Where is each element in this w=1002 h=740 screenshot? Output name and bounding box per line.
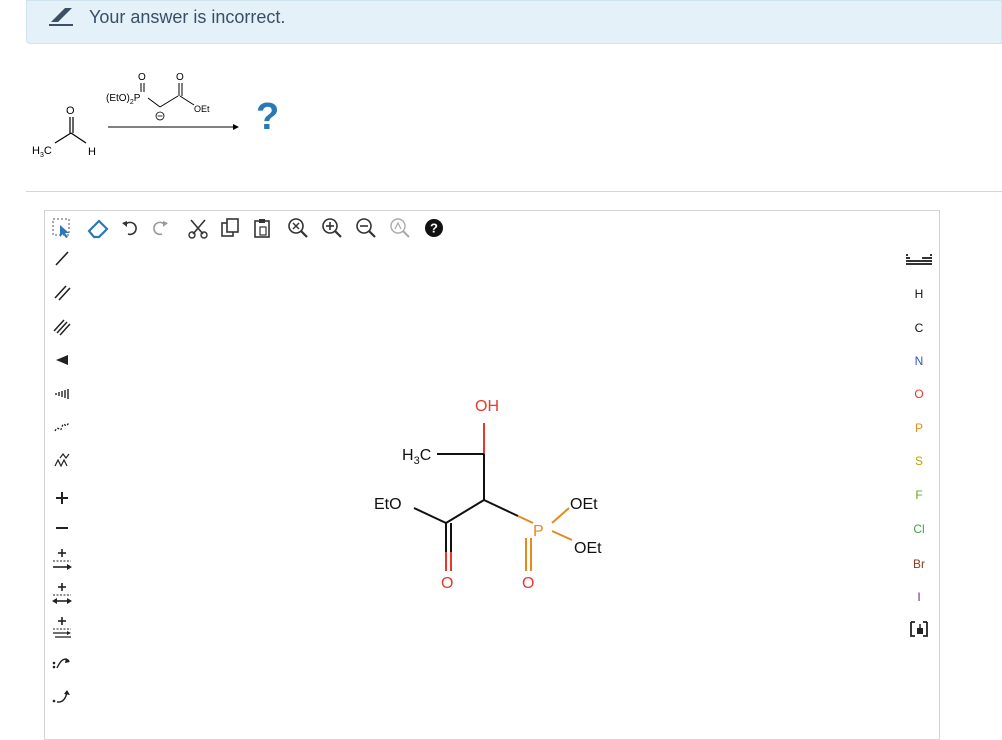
atom-oet-lower: OEt [574,540,602,557]
reagent-phosphonate: (EtO)2P [106,93,141,106]
atom-o-phosphoryl: O [522,575,534,592]
chain-icon[interactable] [50,448,74,472]
minus-charge-icon[interactable] [50,516,74,540]
triple-bond-icon[interactable] [50,314,74,338]
element-h[interactable]: H [898,287,940,301]
divider [26,191,1002,192]
zoom-out-icon[interactable] [354,216,378,240]
reactant-o: O [66,105,75,117]
zoom-in-icon[interactable] [320,216,344,240]
clean-icon[interactable] [388,216,412,240]
element-i[interactable]: I [898,590,940,604]
reactant-methyl: H3C [32,145,52,159]
reagent-o2: O [176,72,184,83]
left-toolbar [44,210,80,732]
reagent-ester: OEt [194,104,210,114]
product-question-mark: ? [256,96,280,138]
plus-charge-icon[interactable] [50,486,74,510]
atom-oet-upper: OEt [570,496,598,513]
zoom-fit-icon[interactable] [286,216,310,240]
element-cl[interactable]: Cl [898,522,940,536]
feedback-message: Your answer is incorrect. [89,7,286,27]
equilibrium-arrow-icon[interactable] [50,582,74,606]
svg-text:?: ? [430,221,438,236]
reaction-scheme: O H3C H (EtO)2P O O OEt [32,72,239,159]
element-o[interactable]: O [898,387,940,401]
eraser-icon[interactable] [86,216,110,240]
retro-arrow-icon[interactable] [50,616,74,640]
copy-icon[interactable] [218,216,242,240]
double-bond-icon[interactable] [50,280,74,304]
element-n[interactable]: N [898,354,940,368]
drawing-canvas[interactable]: OH H3C EtO OEt P OEt O O [82,246,898,732]
pencil-icon [47,5,75,32]
atom-list-icon[interactable] [898,620,940,641]
reaction-arrow-icon[interactable] [50,548,74,572]
paste-icon[interactable] [250,216,274,240]
wedge-bond-icon[interactable] [50,348,74,372]
reactant-h: H [88,146,96,158]
help-icon[interactable]: ? [422,216,446,240]
feedback-banner: Your answer is incorrect. [26,0,1002,44]
element-s[interactable]: S [898,454,940,468]
cut-icon[interactable] [186,216,210,240]
wavy-bond-icon[interactable] [50,414,74,438]
periodic-table-icon[interactable] [898,254,940,269]
element-c[interactable]: C [898,321,940,335]
element-br[interactable]: Br [898,557,940,571]
element-f[interactable]: F [898,488,940,502]
atom-oh: OH [475,398,499,415]
electron-pair-arrow-icon[interactable] [50,650,74,674]
undo-icon[interactable] [118,216,142,240]
atom-p: P [533,523,544,540]
single-electron-arrow-icon[interactable] [50,684,74,708]
atom-o-ester: O [441,575,453,592]
element-toolbar: H C N O P S F Cl Br I [898,246,940,732]
redo-icon[interactable] [148,216,172,240]
atom-methyl: H3C [402,447,431,467]
atom-eto: EtO [374,496,402,513]
reagent-o1: O [138,72,146,83]
hash-bond-icon[interactable] [50,382,74,406]
single-bond-icon[interactable] [50,246,74,270]
element-p[interactable]: P [898,421,940,435]
